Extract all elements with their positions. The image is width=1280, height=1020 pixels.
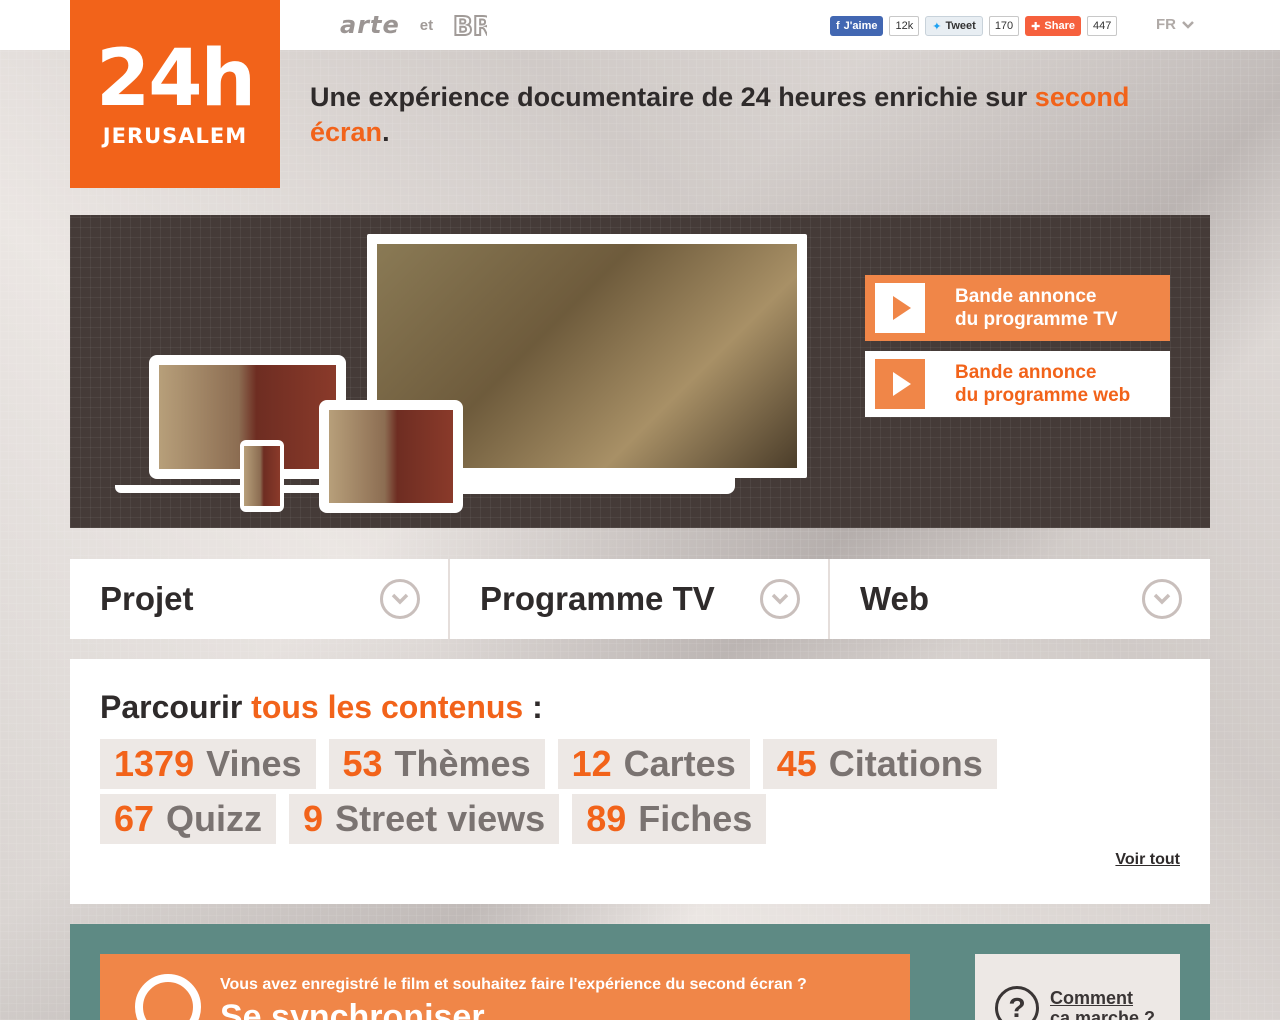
chevron-down-icon [380,579,420,619]
trailer-tv-label: Bande annonce du programme TV [955,285,1118,331]
tablet-screen-image [329,410,453,503]
trailer-web-button[interactable]: Bande annonce du programme web [865,351,1170,417]
tab-web[interactable]: Web [830,559,1210,639]
category-cartes[interactable]: 12 Cartes [557,739,750,789]
chevron-down-icon [1182,20,1194,29]
tweet-button[interactable]: ✦ Tweet [925,16,983,36]
category-street-views[interactable]: 9 Street views [289,794,560,844]
trailer-web-line1: Bande annonce [955,362,1097,383]
language-label: FR [1156,16,1176,33]
sync-question: Vous avez enregistré le film et souhaite… [220,976,807,993]
facebook-like-button[interactable]: f J'aime [830,16,884,36]
tab-web-label: Web [860,580,930,617]
category-label: Citations [828,743,983,784]
logo-24h: 24h [95,34,256,124]
tab-programme-tv[interactable]: Programme TV [450,559,830,639]
logo-jerusalem: JERUSALEM [102,124,248,148]
br-logo[interactable]: BR [453,11,487,39]
help-text: Comment ça marche ? [1050,988,1155,1020]
share-label: Share [1044,20,1075,32]
language-selector[interactable]: FR [1156,16,1194,33]
trailer-web-line2: du programme web [955,385,1131,406]
facebook-count: 12k [889,16,920,36]
trailer-tv-button[interactable]: Bande annonce du programme TV [865,275,1170,341]
help-line2: ça marche ? [1050,1008,1156,1020]
share-count: 447 [1086,16,1118,36]
facebook-icon: f [836,20,840,32]
browse-title-suffix: : [523,689,543,725]
svg-text:BR: BR [453,12,487,39]
facebook-like-label: J'aime [843,20,878,32]
tagline-main: Une expérience documentaire de 24 heures… [310,82,1035,112]
tab-programme-tv-label: Programme TV [480,580,715,617]
br-logo-icon: BR [453,11,487,39]
tablet-illustration [319,400,463,513]
trailer-tv-line1: Bande annonce [955,286,1097,307]
sync-icon [135,974,201,1020]
partners-and-label: et [419,16,434,34]
phone-screen-image [244,446,280,506]
phone-illustration [240,440,284,512]
category-count: 89 [586,798,627,839]
arte-logo[interactable]: arte [340,11,400,39]
category-label: Street views [335,798,546,839]
category-count: 53 [342,743,383,784]
category-count: 45 [776,743,817,784]
tweet-count: 170 [988,16,1020,36]
tab-projet[interactable]: Projet [70,559,450,639]
browse-title-accent: tous les contenus [251,689,524,725]
category-vines[interactable]: 1379 Vines [100,739,316,789]
plus-icon: ✚ [1031,20,1041,33]
category-label: Cartes [623,743,736,784]
category-count: 1379 [114,743,195,784]
category-label: Fiches [638,798,753,839]
category-citations[interactable]: 45 Citations [762,739,997,789]
category-count: 9 [303,798,324,839]
site-logo[interactable]: 24h JERUSALEM [70,0,280,188]
tagline: Une expérience documentaire de 24 heures… [310,80,1210,150]
section-tabs: Projet Programme TV Web [70,559,1210,639]
tv-stand [455,478,735,494]
trailer-tv-line2: du programme TV [955,309,1118,330]
twitter-icon: ✦ [932,20,942,33]
play-icon [875,359,925,409]
help-link[interactable]: ? Comment ça marche ? [975,954,1180,1020]
category-count: 67 [114,798,155,839]
category-fiches[interactable]: 89 Fiches [572,794,767,844]
chevron-down-icon [1142,579,1182,619]
content-category-list: 1379 Vines 53 Thèmes 12 Cartes 45 Citati… [100,739,1100,844]
see-all-link[interactable]: Voir tout [1115,851,1180,869]
category-label: Vines [206,743,302,784]
browse-title-prefix: Parcourir [100,689,252,725]
share-button[interactable]: ✚ Share [1025,16,1081,36]
sync-section: Vous avez enregistré le film et souhaite… [70,924,1210,1020]
browse-title: Parcourir tous les contenus : [100,689,543,726]
category-themes[interactable]: 53 Thèmes [328,739,545,789]
sync-button[interactable]: Vous avez enregistré le film et souhaite… [100,954,910,1020]
category-count: 12 [571,743,612,784]
hero-banner: Bande annonce du programme TV Bande anno… [70,215,1210,528]
social-buttons: f J'aime 12k ✦ Tweet 170 ✚ Share 447 [830,16,1118,36]
tweet-label: Tweet [945,20,976,32]
browse-contents-panel: Parcourir tous les contenus : 1379 Vines… [70,659,1210,904]
trailer-web-label: Bande annonce du programme web [955,361,1130,407]
category-label: Thèmes [394,743,531,784]
play-icon [875,283,925,333]
tab-projet-label: Projet [100,580,194,617]
chevron-down-icon [760,579,800,619]
tagline-end: . [382,117,390,147]
help-line1: Comment [1050,988,1134,1008]
sync-action: Se synchroniser [220,998,485,1020]
category-quizz[interactable]: 67 Quizz [100,794,277,844]
category-label: Quizz [166,798,263,839]
question-icon: ? [995,986,1039,1020]
partner-logos: arte et BR [340,10,487,40]
